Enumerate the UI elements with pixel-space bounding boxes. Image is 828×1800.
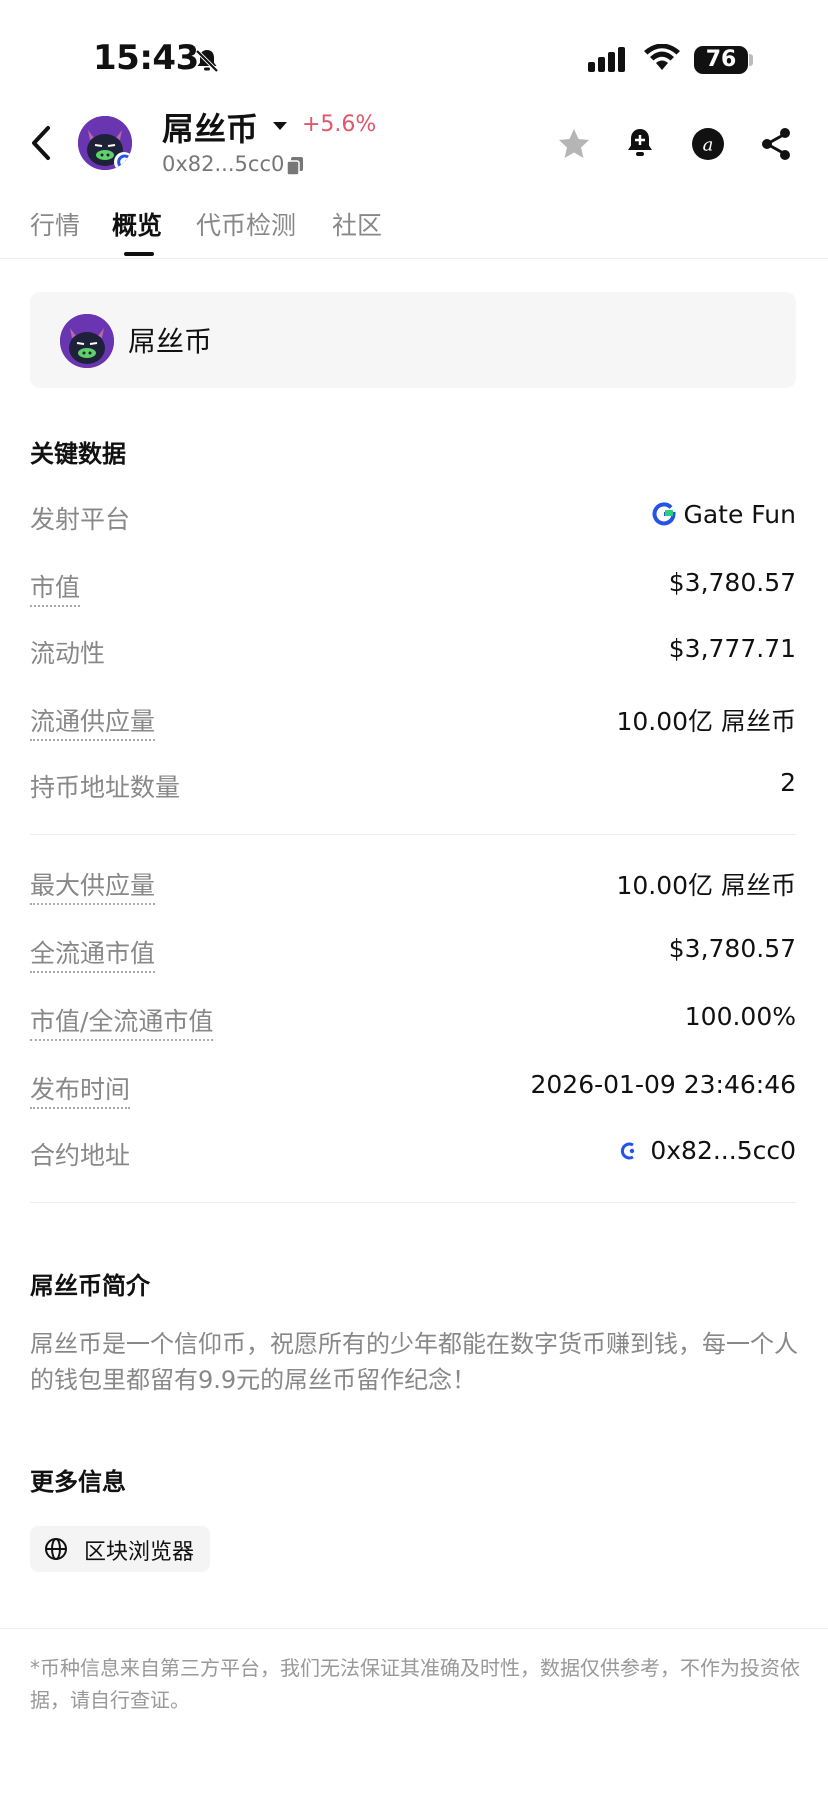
row-label: 合约地址 xyxy=(30,1141,131,1170)
copy-icon[interactable] xyxy=(286,156,304,176)
status-bar: 15:43 76 xyxy=(0,0,828,110)
row-contract-address[interactable]: 合约地址 0x82...5cc0 xyxy=(30,1132,796,1176)
row-label[interactable]: 流通供应量 xyxy=(30,702,156,741)
tab-community[interactable]: 社区 xyxy=(332,206,382,242)
ai-assistant-button[interactable]: a xyxy=(690,126,726,162)
favorite-button[interactable] xyxy=(556,126,592,162)
row-value: Gate Fun xyxy=(651,500,796,529)
svg-text:a: a xyxy=(703,135,714,156)
row-label[interactable]: 发布时间 xyxy=(30,1070,131,1109)
row-value: 10.00亿 屌丝币 xyxy=(616,707,796,736)
tab-active-indicator xyxy=(124,252,154,256)
battery-cap xyxy=(749,54,753,66)
row-circulating-supply[interactable]: 流通供应量 10.00亿 屌丝币 xyxy=(30,698,796,742)
row-value: $3,780.57 xyxy=(668,934,796,963)
share-icon xyxy=(762,128,790,160)
row-max-supply[interactable]: 最大供应量 10.00亿 屌丝币 xyxy=(30,862,796,906)
row-label[interactable]: 全流通市值 xyxy=(30,934,156,973)
disclaimer-text: *币种信息来自第三方平台，我们无法保证其准确及时性，数据仅供参考，不作为投资依据… xyxy=(30,1656,800,1712)
row-launch-time[interactable]: 发布时间 2026-01-09 23:46:46 xyxy=(30,1066,796,1110)
globe-icon xyxy=(45,1538,67,1560)
contract-address: 0x82...5cc0 xyxy=(650,1136,796,1165)
row-label[interactable]: 市值 xyxy=(30,568,81,607)
caret-down-icon[interactable] xyxy=(272,120,288,132)
tab-overview[interactable]: 概览 xyxy=(112,206,162,242)
more-info-title: 更多信息 xyxy=(30,1468,126,1496)
row-mcap-fdv-ratio[interactable]: 市值/全流通市值 100.00% xyxy=(30,998,796,1042)
token-avatar xyxy=(78,116,132,170)
back-arrow-icon[interactable] xyxy=(26,122,58,164)
ai-icon: a xyxy=(692,128,724,160)
row-liquidity: 流动性 $3,777.71 xyxy=(30,630,796,674)
price-alert-button[interactable] xyxy=(622,126,658,162)
star-icon xyxy=(559,129,589,158)
tab-market[interactable]: 行情 xyxy=(30,206,80,242)
token-card: 屌丝币 xyxy=(30,292,796,388)
tab-bar: 行情 概览 代币检测 社区 xyxy=(0,198,828,259)
row-label: 流动性 xyxy=(30,639,106,668)
chain-logo-icon xyxy=(621,1142,635,1160)
row-value: 100.00% xyxy=(684,1002,796,1031)
row-value: $3,780.57 xyxy=(668,568,796,597)
status-time: 15:43 xyxy=(93,38,199,78)
row-value[interactable]: 0x82...5cc0 xyxy=(618,1136,796,1165)
row-value: 2 xyxy=(780,768,796,797)
row-value: $3,777.71 xyxy=(668,634,796,663)
row-label: 发射平台 xyxy=(30,505,131,534)
battery-indicator: 76 xyxy=(694,46,748,74)
divider xyxy=(30,834,796,835)
intro-text: 屌丝币是一个信仰币，祝愿所有的少年都能在数字货币赚到钱，每一个人的钱包里都留有9… xyxy=(30,1330,798,1394)
row-label[interactable]: 市值/全流通市值 xyxy=(30,1002,214,1041)
launch-platform-name: Gate Fun xyxy=(683,500,796,529)
row-fdv[interactable]: 全流通市值 $3,780.57 xyxy=(30,930,796,974)
intro-title: 屌丝币简介 xyxy=(30,1272,150,1300)
key-data-title: 关键数据 xyxy=(30,440,126,468)
row-market-cap[interactable]: 市值 $3,780.57 xyxy=(30,564,796,608)
row-value: 10.00亿 屌丝币 xyxy=(616,871,796,900)
share-button[interactable] xyxy=(758,126,794,162)
divider xyxy=(0,1628,828,1629)
divider xyxy=(30,1202,796,1203)
row-label[interactable]: 最大供应量 xyxy=(30,866,156,905)
chain-badge xyxy=(114,152,132,170)
tab-token-check[interactable]: 代币检测 xyxy=(196,206,296,242)
block-explorer-label: 区块浏览器 xyxy=(84,1540,195,1565)
token-card-name: 屌丝币 xyxy=(128,325,213,358)
gate-fun-logo-icon xyxy=(652,502,676,526)
row-launch-platform: 发射平台 Gate Fun xyxy=(30,496,796,540)
price-change: +5.6% xyxy=(302,112,377,137)
bull-mascot-icon xyxy=(60,314,114,368)
bell-add-icon xyxy=(628,129,652,156)
token-card-avatar xyxy=(60,314,114,368)
wifi-icon xyxy=(644,44,680,70)
token-name: 屌丝币 xyxy=(162,110,259,148)
row-holders: 持币地址数量 2 xyxy=(30,764,796,808)
block-explorer-button[interactable]: 区块浏览器 xyxy=(30,1526,210,1572)
bell-muted-icon xyxy=(195,49,219,73)
cellular-signal-icon xyxy=(588,47,625,72)
chain-logo-icon xyxy=(117,154,129,170)
row-value: 2026-01-09 23:46:46 xyxy=(530,1070,796,1099)
row-label: 持币地址数量 xyxy=(30,773,181,802)
token-address: 0x82...5cc0 xyxy=(162,152,285,176)
